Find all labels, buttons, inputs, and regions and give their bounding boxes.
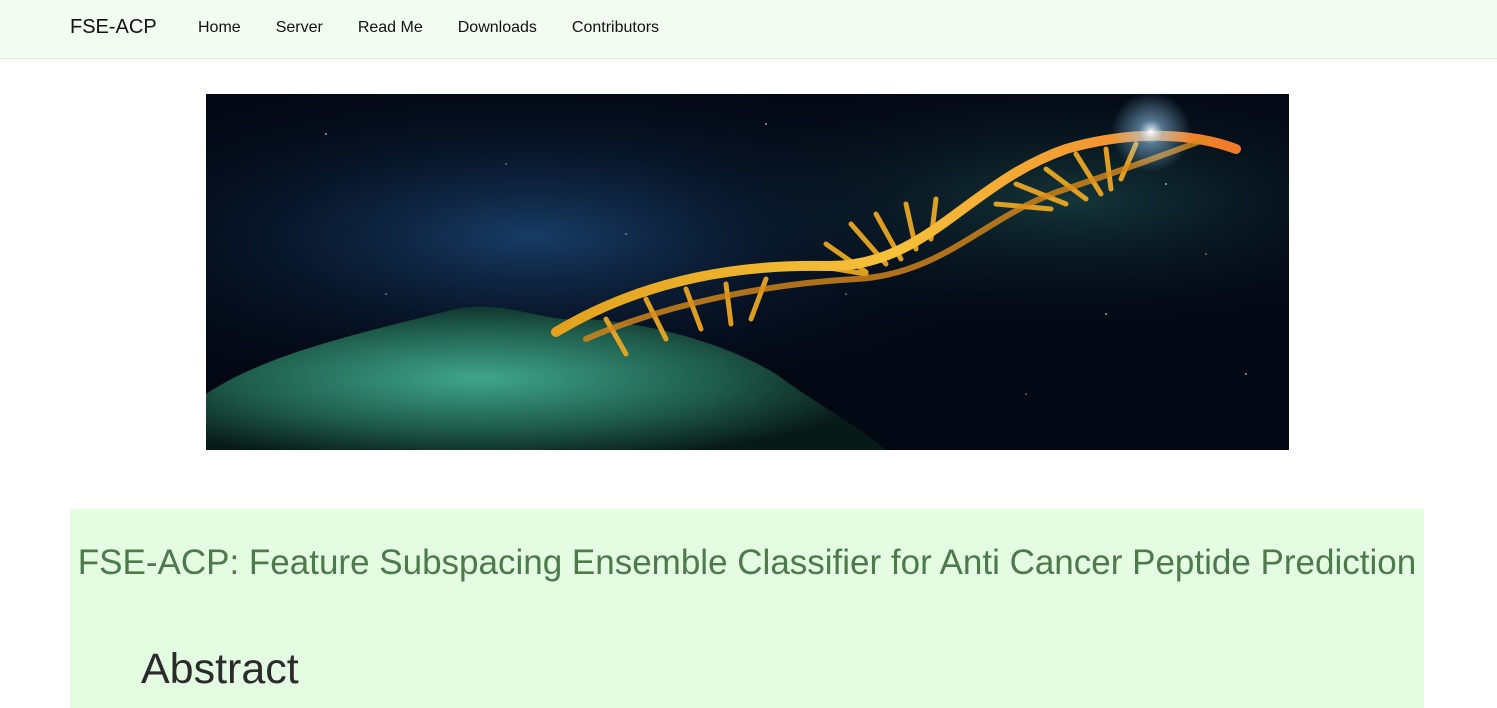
top-navbar: FSE-ACP Home Server Read Me Downloads Co… xyxy=(0,0,1497,59)
hero-banner-image xyxy=(206,94,1289,450)
nav-link-contributors[interactable]: Contributors xyxy=(572,19,659,37)
nav-link-downloads[interactable]: Downloads xyxy=(458,19,537,37)
paper-title: FSE-ACP: Feature Subspacing Ensemble Cla… xyxy=(77,543,1417,582)
dna-helix-illustration xyxy=(206,94,1289,450)
nav-link-server[interactable]: Server xyxy=(276,19,323,37)
nav-link-home[interactable]: Home xyxy=(198,19,241,37)
nav-links: Home Server Read Me Downloads Contributo… xyxy=(198,19,694,37)
abstract-heading: Abstract xyxy=(141,645,299,693)
nav-link-read-me[interactable]: Read Me xyxy=(358,19,423,37)
brand-link[interactable]: FSE-ACP xyxy=(70,16,157,39)
